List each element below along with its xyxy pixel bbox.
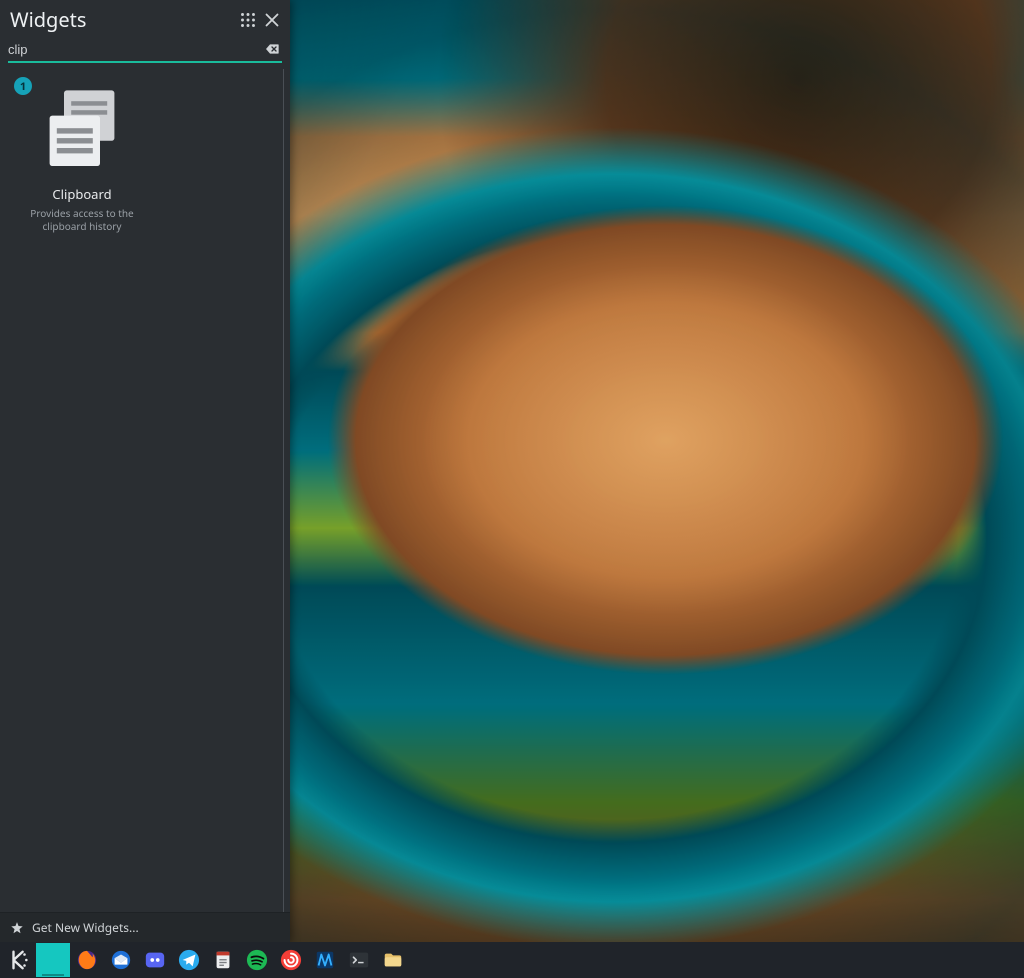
widget-grid: 1 Clipboard Provides access to the clipb…	[6, 69, 284, 912]
taskbar-notes[interactable]	[206, 943, 240, 977]
taskbar-active-task[interactable]	[36, 943, 70, 977]
get-new-widgets-label: Get New Widgets...	[32, 919, 139, 936]
taskbar-thunderbird[interactable]	[104, 943, 138, 977]
star-icon	[10, 921, 24, 935]
categories-button[interactable]	[236, 8, 260, 32]
taskbar-files[interactable]	[376, 943, 410, 977]
widget-explorer-header: Widgets	[0, 0, 290, 37]
backspace-icon	[264, 41, 280, 57]
taskbar-discord[interactable]	[138, 943, 172, 977]
close-button[interactable]	[260, 8, 284, 32]
terminal-icon	[348, 949, 370, 971]
folder-icon	[382, 949, 404, 971]
search-input[interactable]	[8, 40, 262, 59]
widget-item-title: Clipboard	[18, 185, 146, 203]
taskbar-firefox[interactable]	[70, 943, 104, 977]
firefox-icon	[76, 949, 98, 971]
widget-count-badge: 1	[14, 77, 32, 95]
pocketcasts-icon	[280, 949, 302, 971]
taskbar-virtualbox[interactable]	[308, 943, 342, 977]
kde-logo-icon	[8, 949, 30, 971]
widget-search	[8, 37, 282, 63]
spotify-icon	[246, 949, 268, 971]
desktop: Widgets	[0, 0, 1024, 978]
widget-item-clipboard[interactable]: 1 Clipboard Provides access to the clipb…	[12, 75, 152, 241]
widget-explorer-panel: Widgets	[0, 0, 290, 942]
taskbar-terminal[interactable]	[342, 943, 376, 977]
active-indicator	[42, 974, 64, 976]
taskbar-pocketcasts[interactable]	[274, 943, 308, 977]
widget-item-description: Provides access to the clipboard history	[18, 207, 146, 233]
taskbar	[0, 942, 1024, 978]
virtualbox-icon	[314, 949, 336, 971]
widget-search-wrap	[0, 37, 290, 63]
taskbar-spotify[interactable]	[240, 943, 274, 977]
grid-icon	[237, 9, 259, 31]
get-new-widgets-button[interactable]: Get New Widgets...	[0, 912, 290, 942]
thunderbird-icon	[110, 949, 132, 971]
close-icon	[261, 9, 283, 31]
discord-icon	[144, 949, 166, 971]
taskbar-app-launcher[interactable]	[2, 943, 36, 977]
taskbar-telegram[interactable]	[172, 943, 206, 977]
telegram-icon	[178, 949, 200, 971]
widget-explorer-title: Widgets	[10, 6, 236, 33]
notes-icon	[212, 949, 234, 971]
clipboard-icon	[37, 85, 127, 175]
clear-search-button[interactable]	[262, 39, 282, 59]
